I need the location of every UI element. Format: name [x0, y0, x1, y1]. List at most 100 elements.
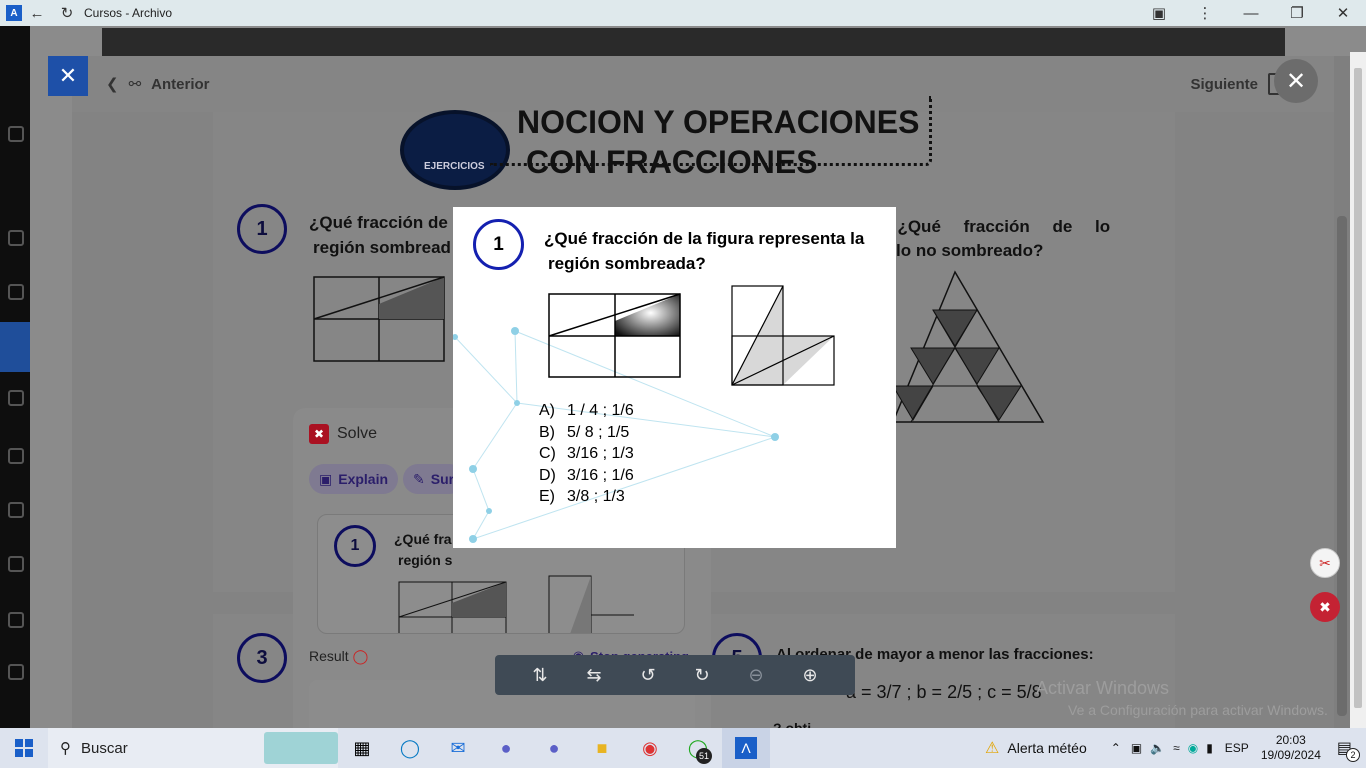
app-icon: A — [6, 5, 22, 21]
question-number: 3 — [237, 633, 287, 683]
chrome-icon[interactable]: ◉ — [626, 728, 674, 768]
whatsapp-badge: 51 — [696, 748, 712, 764]
extension-icon[interactable]: ▣ — [1136, 0, 1182, 26]
option-text: 3/16 ; 1/6 — [567, 466, 634, 484]
option-text: 1 / 4 ; 1/6 — [567, 402, 634, 419]
close-viewer-button[interactable]: ✕ — [1274, 59, 1318, 103]
bank-icon[interactable] — [8, 126, 24, 142]
image-preview-popup: 1 ¿Qué fracción de la figura representa … — [453, 207, 896, 548]
start-button[interactable] — [0, 728, 48, 768]
result-text: Result — [309, 648, 349, 664]
weather-label[interactable]: Alerta météo — [1007, 740, 1086, 756]
solve-logo-icon: ✖ — [309, 424, 329, 444]
teams-work-icon[interactable]: ● — [530, 728, 578, 768]
doc-toolbar-strip — [102, 28, 1285, 58]
close-window-button[interactable]: ✕ — [1320, 0, 1366, 26]
clock-date: 19/09/2024 — [1260, 748, 1321, 762]
explain-icon: ▣ — [319, 470, 333, 487]
summarize-icon: ✎ — [413, 470, 425, 487]
window-title: Cursos - Archivo — [84, 6, 173, 20]
question-number: 1 — [237, 204, 287, 254]
page-scrollbar-thumb[interactable] — [1354, 68, 1362, 708]
title-bar: A ← ↻ Cursos - Archivo ▣ ⋮ — ❐ ✕ — [0, 0, 1366, 26]
doc-title-line2: CON FRACCIONES — [526, 144, 818, 180]
close-course-button[interactable]: ✕ — [48, 56, 88, 96]
calc-icon[interactable] — [8, 664, 24, 680]
refresh-icon[interactable]: ↻ — [52, 0, 82, 26]
zoom-out-icon[interactable]: ⊖ — [741, 665, 771, 686]
card-number: 1 — [334, 525, 376, 567]
card-figure — [398, 581, 507, 633]
viewer-scrollbar-thumb[interactable] — [1337, 216, 1347, 716]
edge-icon[interactable]: ◯ — [386, 728, 434, 768]
courses-nav-item[interactable] — [0, 322, 30, 372]
option-letter: C) — [539, 445, 556, 462]
question-number: 1 — [473, 219, 524, 270]
file-explorer-icon[interactable]: ■ — [578, 728, 626, 768]
more-options-icon[interactable]: ⋮ — [1182, 0, 1228, 26]
card-figure — [548, 575, 634, 633]
restore-button[interactable]: ❐ — [1274, 0, 1320, 26]
wifi-icon[interactable]: ≈ — [1173, 741, 1180, 755]
battery-icon[interactable]: ▮ — [1206, 741, 1213, 755]
zoom-in-icon[interactable]: ⊕ — [795, 665, 825, 686]
calendar-icon[interactable] — [8, 448, 24, 464]
option-text: 3/8 ; 1/3 — [567, 488, 625, 505]
minimize-button[interactable]: — — [1228, 0, 1274, 26]
flip-vertical-icon[interactable]: ⇅ — [525, 665, 555, 686]
task-view-icon[interactable]: ▦ — [338, 728, 386, 768]
question-line2: región sombreada? — [548, 254, 706, 273]
option-letter: D) — [539, 466, 556, 484]
back-arrow-icon[interactable]: ← — [22, 0, 52, 26]
doc-title-line1: NOCION Y OPERACIONES — [517, 104, 920, 140]
rotate-left-icon[interactable]: ↺ — [633, 665, 663, 686]
whatsapp-icon[interactable]: ◯ 51 — [674, 728, 722, 768]
previous-button[interactable]: ❮ ⚯ Anterior — [106, 75, 210, 94]
question-text: , ¿Qué fracción de lo — [870, 217, 1111, 236]
option-letter: B) — [539, 423, 555, 441]
option-e: E) 3/8 ; 1/3 — [539, 486, 634, 508]
link-icon: ⚯ — [128, 76, 142, 93]
option-d: D) 3/16 ; 1/6 — [539, 465, 634, 487]
explain-label: Explain — [338, 471, 389, 487]
option-text: 3/16 ; 1/3 — [567, 445, 634, 462]
volume-icon[interactable]: 🔈 — [1150, 741, 1165, 755]
edge-tray-icon[interactable]: ◉ — [1188, 741, 1198, 755]
notifications-icon[interactable]: ▤ 2 — [1337, 738, 1360, 762]
island-illustration-icon — [264, 732, 338, 764]
meet-now-icon[interactable]: ▣ — [1131, 741, 1142, 755]
document-icon[interactable] — [8, 556, 24, 572]
mail-icon[interactable] — [8, 502, 24, 518]
user-icon[interactable] — [8, 230, 24, 246]
weather-alert-icon[interactable]: ⚠ — [985, 738, 999, 758]
explain-button[interactable]: ▣ Explain — [309, 464, 399, 494]
mail-icon[interactable]: ✉ — [434, 728, 482, 768]
question-text: ¿Qué fracción de — [309, 213, 448, 232]
clock[interactable]: 20:03 19/09/2024 — [1261, 733, 1321, 763]
language-indicator[interactable]: ESP — [1225, 741, 1249, 755]
solve-launcher-icon[interactable]: ✖ — [1310, 592, 1340, 622]
edit-icon[interactable] — [8, 612, 24, 628]
next-label: Siguiente — [1190, 75, 1258, 93]
option-b: B) 5/ 8 ; 1/5 — [539, 422, 634, 444]
active-app-icon[interactable]: Λ — [722, 728, 770, 768]
activation-watermark: Activar Windows — [1036, 678, 1170, 698]
page-scrollbar[interactable] — [1350, 52, 1366, 728]
left-rail — [0, 26, 30, 728]
chevron-up-icon[interactable]: ⌃ — [1111, 741, 1121, 755]
flip-horizontal-icon[interactable]: ⇆ — [579, 665, 609, 686]
globe-icon[interactable] — [8, 284, 24, 300]
option-a: A) 1 / 4 ; 1/6 — [539, 400, 634, 422]
l-shape-figure — [731, 285, 835, 386]
loading-spinner-icon: ◯ — [352, 648, 369, 664]
option-c: C) 3/16 ; 1/3 — [539, 443, 634, 465]
group-icon[interactable] — [8, 390, 24, 406]
previous-label: Anterior — [151, 75, 210, 93]
question-text: lo no sombreado? — [896, 241, 1044, 260]
fractions-text: a = 3/7 ; b = 2/5 ; c = 5/8 — [846, 682, 1042, 702]
rotate-right-icon[interactable]: ↻ — [687, 665, 717, 686]
triangle-figure — [893, 270, 1045, 423]
scissors-icon[interactable]: ✂ — [1310, 548, 1340, 578]
taskbar-search[interactable]: ⚲ Buscar — [48, 728, 338, 768]
teams-icon[interactable]: ● — [482, 728, 530, 768]
